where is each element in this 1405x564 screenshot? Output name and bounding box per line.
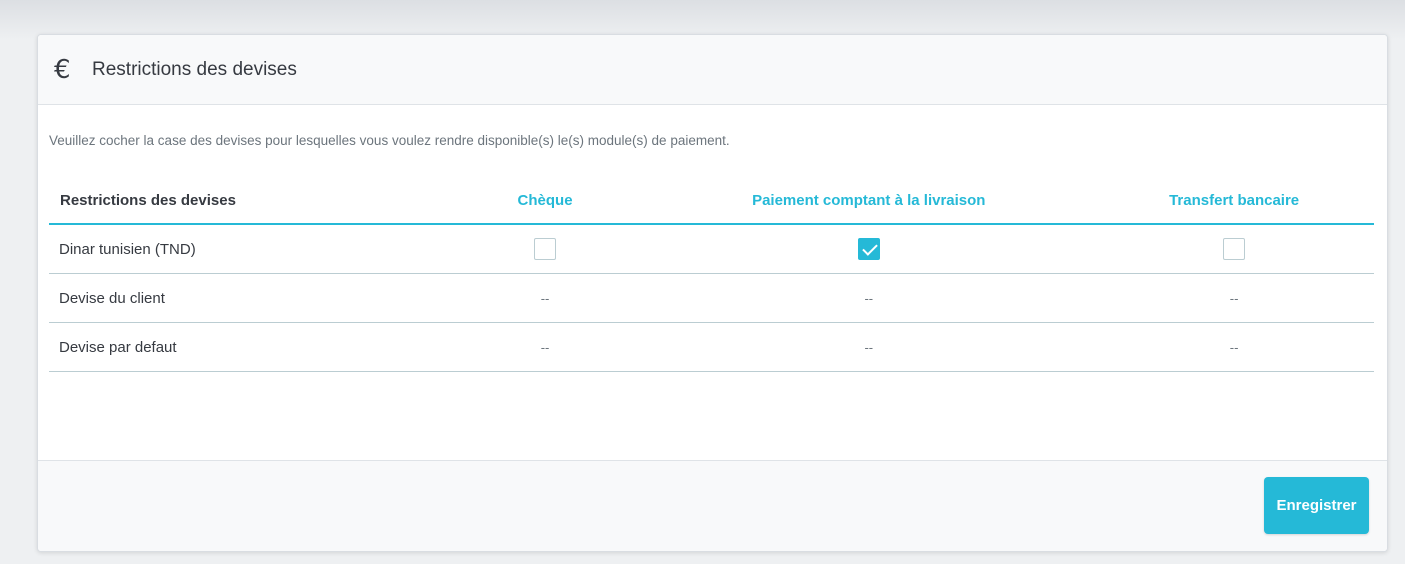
cell-cash-on-delivery: -- (643, 322, 1095, 372)
row-label: Devise par defaut (49, 322, 447, 372)
empty-value: -- (864, 339, 874, 355)
panel-footer: Enregistrer (38, 460, 1387, 551)
cell-cheque: -- (446, 322, 644, 372)
row-label: Dinar tunisien (TND) (49, 224, 447, 274)
empty-value: -- (540, 290, 550, 306)
cell-bank-transfer (1094, 224, 1374, 274)
cell-cheque (446, 224, 644, 274)
panel-description: Veuillez cocher la case des devises pour… (49, 133, 730, 148)
save-button[interactable]: Enregistrer (1264, 477, 1369, 534)
header-cheque: Chèque (446, 177, 644, 225)
checkbox-tnd-cash-on-delivery[interactable] (857, 238, 880, 260)
panel-body: Veuillez cocher la case des devises pour… (38, 133, 1387, 372)
empty-value: -- (1229, 339, 1239, 355)
checkbox-tnd-cheque[interactable] (534, 238, 557, 260)
cell-cash-on-delivery (643, 224, 1095, 274)
header-currency: Restrictions des devises (49, 177, 447, 225)
row-label: Devise du client (49, 273, 447, 323)
cell-bank-transfer: -- (1094, 273, 1374, 323)
empty-value: -- (540, 339, 550, 355)
table-row: Devise par defaut -- -- -- (49, 322, 1374, 372)
table-row: Dinar tunisien (TND) (49, 224, 1374, 274)
panel-title: Restrictions des devises (92, 58, 297, 80)
cell-bank-transfer: -- (1094, 322, 1374, 372)
currency-restrictions-table: Restrictions des devises Chèque Paiement… (49, 177, 1374, 372)
checkbox-tnd-bank-transfer[interactable] (1223, 238, 1246, 260)
empty-value: -- (1229, 290, 1239, 306)
page-background: € Restrictions des devises Veuillez coch… (0, 0, 1405, 564)
empty-value: -- (864, 290, 874, 306)
table-row: Devise du client -- -- -- (49, 273, 1374, 323)
euro-icon: € (54, 54, 71, 85)
currency-restrictions-panel: € Restrictions des devises Veuillez coch… (37, 34, 1388, 552)
header-bank-transfer: Transfert bancaire (1094, 177, 1374, 225)
header-cash-on-delivery: Paiement comptant à la livraison (643, 177, 1095, 225)
cell-cheque: -- (446, 273, 644, 323)
panel-header: € Restrictions des devises (38, 35, 1387, 105)
cell-cash-on-delivery: -- (643, 273, 1095, 323)
table-header-row: Restrictions des devises Chèque Paiement… (49, 177, 1374, 225)
